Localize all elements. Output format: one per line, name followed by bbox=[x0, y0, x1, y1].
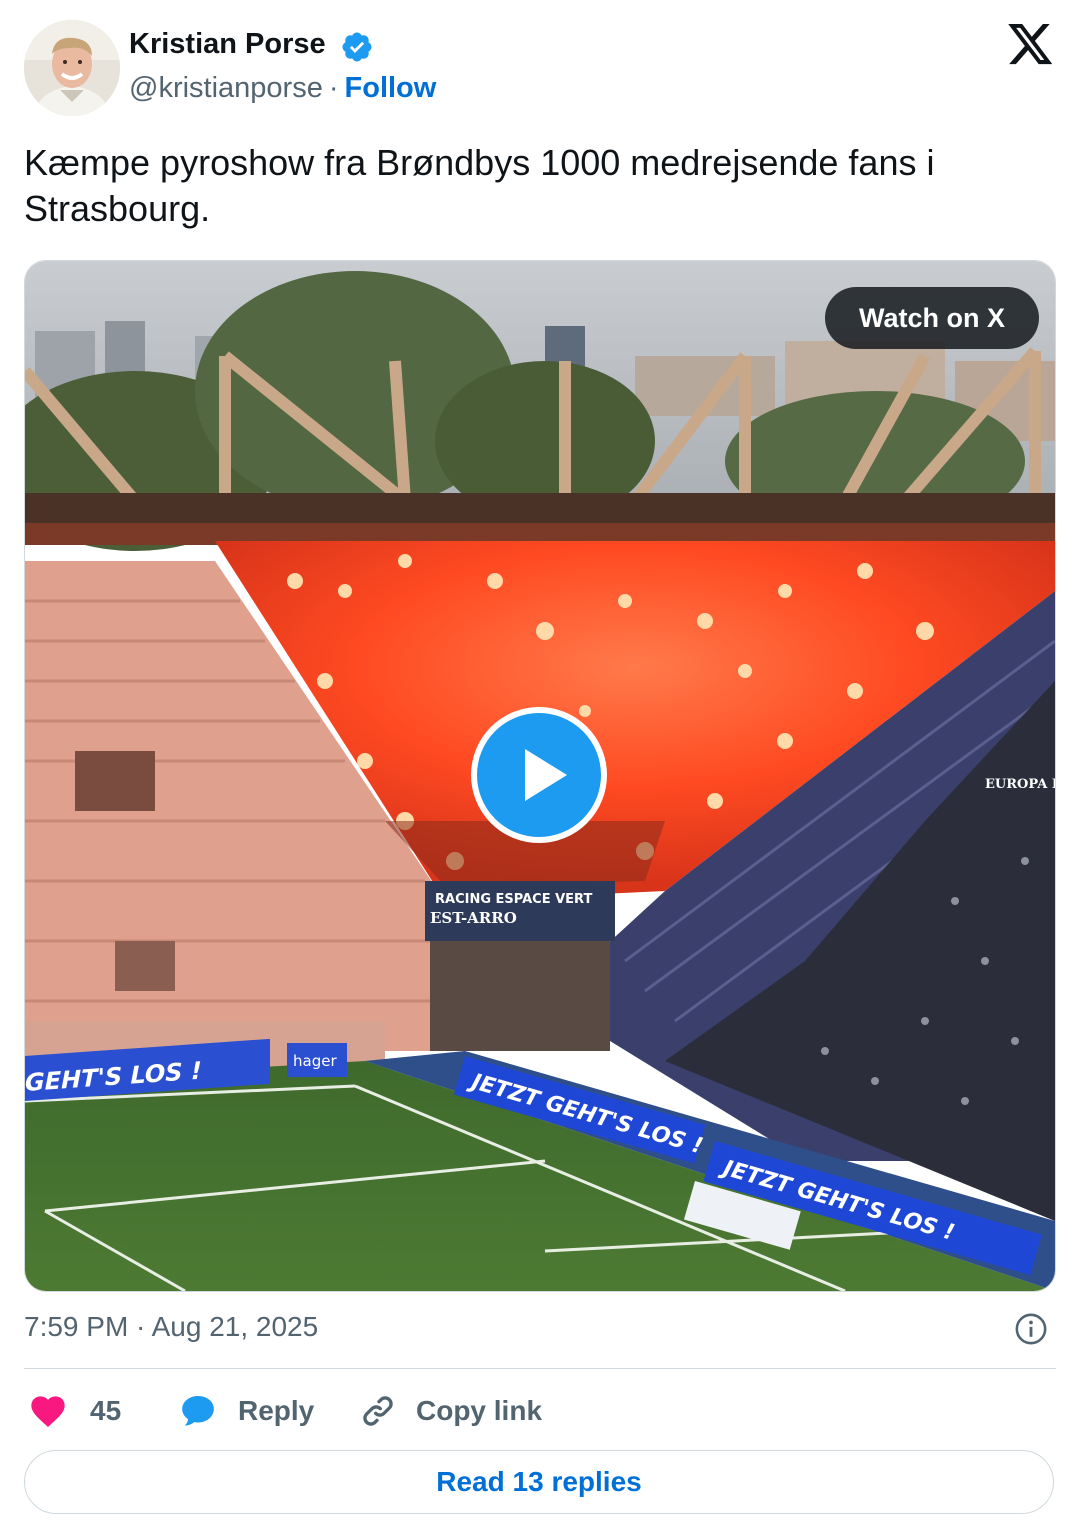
tweet-text: Kæmpe pyroshow fra Brøndbys 1000 medrejs… bbox=[24, 142, 935, 229]
watch-on-x-button[interactable]: Watch on X bbox=[825, 287, 1039, 349]
sponsor-board: hager bbox=[293, 1052, 337, 1070]
info-icon[interactable] bbox=[1014, 1312, 1048, 1346]
separator: · bbox=[328, 72, 339, 104]
link-icon bbox=[363, 1396, 393, 1426]
divider bbox=[24, 1368, 1056, 1369]
x-logo-icon[interactable] bbox=[1008, 24, 1054, 66]
corner-sign: EUROPA PA bbox=[985, 777, 1055, 792]
avatar[interactable] bbox=[24, 20, 120, 116]
read-replies-button[interactable]: Read 13 replies bbox=[24, 1450, 1054, 1514]
tunnel-sign-1: RACING ESPACE VERT bbox=[435, 892, 592, 907]
author-handle[interactable]: @kristianporse bbox=[129, 72, 323, 104]
copy-link-label: Copy link bbox=[416, 1395, 543, 1426]
copy-link-button[interactable]: Copy link bbox=[358, 1388, 542, 1434]
author-handle-row: @kristianporse · Follow bbox=[129, 72, 436, 105]
play-icon bbox=[525, 749, 567, 801]
reply-button[interactable]: Reply bbox=[178, 1388, 314, 1434]
avatar-photo bbox=[24, 20, 120, 116]
tunnel-sign-2: EST-ARRO bbox=[430, 909, 517, 927]
heart-icon bbox=[31, 1396, 65, 1427]
play-button[interactable] bbox=[471, 707, 607, 843]
like-count: 45 bbox=[90, 1395, 122, 1426]
verified-badge-icon bbox=[342, 32, 372, 62]
author-name[interactable]: Kristian Porse bbox=[129, 28, 326, 61]
follow-button[interactable]: Follow bbox=[345, 72, 437, 104]
like-button[interactable]: 45 bbox=[28, 1388, 121, 1434]
tweet-card: Kristian Porse @kristianporse · Follow Kæm… bbox=[0, 0, 1080, 1534]
timestamp[interactable]: 7:59 PM · Aug 21, 2025 bbox=[24, 1311, 318, 1343]
video-player[interactable]: RACING ESPACE VERT EST-ARRO EUROPA PA GE… bbox=[24, 260, 1056, 1292]
reply-label: Reply bbox=[238, 1395, 315, 1426]
reply-bubble-icon bbox=[182, 1396, 214, 1426]
